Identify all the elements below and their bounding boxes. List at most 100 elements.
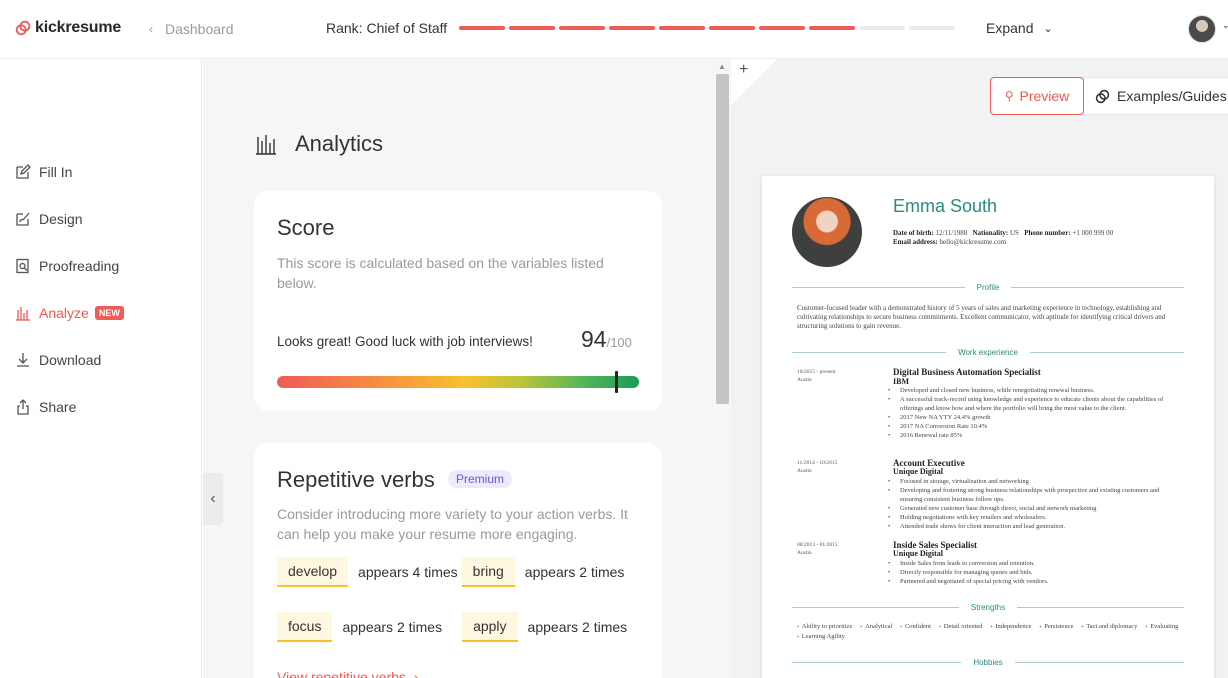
expand-label: Expand bbox=[986, 20, 1034, 36]
analytics-panel: Analytics Score This score is calculated… bbox=[203, 59, 715, 678]
share-icon bbox=[17, 399, 29, 415]
strength-item: Confident bbox=[900, 622, 931, 632]
sidebar-item-fill-in[interactable]: Fill In bbox=[15, 164, 72, 180]
sidebar-item-label: Share bbox=[39, 399, 77, 415]
strengths-list: Ability to prioritize Analytical Confide… bbox=[797, 622, 1187, 642]
list-item: Holding negotiations with key retailers … bbox=[888, 513, 1176, 522]
back-to-dashboard-link[interactable]: ‹ Dashboard bbox=[149, 21, 234, 37]
strength-item: Tact and diplomacy bbox=[1081, 622, 1137, 632]
job-location: Austin bbox=[797, 468, 812, 474]
top-bar: kickresume ‹ Dashboard Rank: Chief of St… bbox=[0, 0, 1228, 59]
job-company: IBM bbox=[893, 377, 909, 386]
list-item: Inside Sales from leads to conversion an… bbox=[888, 559, 1176, 568]
job-date: 10/2015 - present Austin bbox=[797, 368, 836, 384]
verb-chip: focus bbox=[277, 612, 333, 642]
list-item: Attended trade shows for client interact… bbox=[888, 522, 1176, 531]
sidebar-item-label: Fill In bbox=[39, 164, 73, 180]
job-title: Digital Business Automation Specialist bbox=[893, 367, 1041, 377]
expand-dropdown[interactable]: Expand ⌄ bbox=[986, 20, 1053, 36]
repetitive-verbs-title: Repetitive verbs bbox=[277, 467, 435, 492]
repetitive-verbs-card: Repetitive verbs Premium Consider introd… bbox=[254, 443, 662, 678]
document-search-icon bbox=[16, 258, 29, 274]
rank-progress-segment bbox=[859, 26, 905, 30]
page-corner-fold bbox=[731, 59, 777, 105]
job-location: Austin bbox=[797, 550, 812, 556]
scrollbar-thumb[interactable] bbox=[716, 74, 729, 404]
resume-preview-panel: + ⚲ Preview Examples/Guides Emma South D… bbox=[731, 59, 1228, 678]
list-item: Focused in storage, virtualization and n… bbox=[888, 477, 1176, 486]
work-section-header: Work experience bbox=[792, 348, 1185, 357]
job-date: 08/2013 - 01/2015 Austin bbox=[797, 541, 838, 557]
sidebar-item-share[interactable]: Share bbox=[15, 399, 76, 415]
verb-row: focus appears 2 times apply appears 2 ti… bbox=[277, 612, 629, 642]
verb-chip: develop bbox=[277, 557, 349, 587]
resume-contact-info: Date of birth: 12/11/1988 Nationality: U… bbox=[893, 229, 1193, 247]
phone-value: +1 000 999 00 bbox=[1072, 229, 1114, 237]
collapse-panel-button[interactable]: ‹ bbox=[203, 473, 223, 525]
job-location: Austin bbox=[797, 377, 812, 383]
list-item: Partnered and negotiated of special pric… bbox=[888, 577, 1176, 586]
rank-progress-segment bbox=[509, 26, 555, 30]
examples-guides-label: Examples/Guides bbox=[1117, 88, 1227, 104]
profile-section-header: Profile bbox=[792, 283, 1184, 292]
verb-count: appears 4 times bbox=[358, 564, 458, 580]
bar-chart-icon bbox=[256, 135, 276, 155]
list-item: Directly responsible for managing quotes… bbox=[888, 568, 1176, 577]
list-item: A successful track-record using knowledg… bbox=[888, 395, 1176, 413]
pencil-square-icon bbox=[16, 164, 31, 179]
score-value: 94/100 bbox=[581, 326, 632, 353]
job-bullets: Developed and closed new business, while… bbox=[888, 386, 1176, 440]
score-marker bbox=[615, 371, 619, 393]
user-avatar[interactable] bbox=[1188, 15, 1216, 43]
profile-photo bbox=[792, 197, 862, 267]
rank-progress-segment bbox=[659, 26, 705, 30]
resume-page[interactable]: Emma South Date of birth: 12/11/1988 Nat… bbox=[762, 176, 1214, 678]
score-card: Score This score is calculated based on … bbox=[254, 191, 662, 411]
rank-label: Rank: Chief of Staff bbox=[326, 20, 448, 36]
sidebar-item-label: Download bbox=[39, 352, 102, 368]
logo-text: kickresume bbox=[35, 19, 122, 36]
job-date-range: 08/2013 - 01/2015 bbox=[797, 542, 838, 548]
strength-item: Detail oriented bbox=[939, 622, 983, 632]
section-label: Profile bbox=[976, 283, 1000, 292]
rank-progress-segment bbox=[559, 26, 605, 30]
add-page-button[interactable]: + bbox=[739, 61, 748, 79]
job-date: 11/2014 - 10/2015 Austin bbox=[797, 459, 837, 475]
score-number: 94 bbox=[581, 326, 607, 352]
sidebar-item-analyze[interactable]: Analyze NEW bbox=[15, 305, 124, 321]
verbs-description: Consider introducing more variety to you… bbox=[277, 506, 628, 542]
verb-count: appears 2 times bbox=[524, 564, 625, 580]
strength-item: Independence bbox=[991, 622, 1031, 632]
strength-item: Persistence bbox=[1039, 622, 1073, 632]
sidebar-item-design[interactable]: Design bbox=[15, 211, 83, 227]
score-gradient-bar bbox=[277, 376, 639, 388]
chevron-down-icon: ⌄ bbox=[1043, 22, 1053, 35]
sidebar-item-download[interactable]: Download bbox=[15, 352, 101, 368]
profile-text: Customer-focused leader with a demonstra… bbox=[797, 304, 1166, 330]
chevron-right-icon: › bbox=[409, 669, 419, 678]
analytics-header: Analytics bbox=[255, 131, 383, 157]
scroll-up-arrow-icon[interactable]: ▲ bbox=[718, 62, 726, 71]
view-link-label: View repetitive verbs bbox=[277, 669, 406, 678]
rank-progress-segment bbox=[709, 26, 755, 30]
list-item: 2016 Renewal rate 85% bbox=[888, 431, 1176, 440]
kickresume-logo[interactable]: kickresume bbox=[14, 19, 121, 37]
rank-progress-segment bbox=[459, 26, 505, 30]
dob-label: Date of birth: bbox=[893, 229, 934, 237]
list-item: 2017 NA Conversion Rate 10.4% bbox=[888, 422, 1176, 431]
view-repetitive-verbs-link[interactable]: View repetitive verbs › bbox=[277, 669, 418, 678]
examples-guides-button[interactable]: Examples/Guides bbox=[1084, 77, 1228, 115]
strength-item: Ability to prioritize bbox=[797, 622, 853, 632]
hobbies-section-header: Hobbies bbox=[792, 658, 1185, 667]
nationality-label: Nationality: bbox=[972, 229, 1009, 237]
sidebar-item-proofreading[interactable]: Proofreading bbox=[15, 258, 119, 274]
preview-button[interactable]: ⚲ Preview bbox=[990, 77, 1084, 115]
new-badge: NEW bbox=[94, 306, 124, 320]
avatar-chevron-icon[interactable]: ⌄ bbox=[1222, 20, 1228, 31]
job-date-range: 11/2014 - 10/2015 bbox=[797, 460, 838, 466]
rank-progress-segment bbox=[759, 26, 805, 30]
job-bullets: Focused in storage, virtualization and n… bbox=[888, 477, 1176, 531]
kickresume-logo-icon bbox=[1095, 89, 1110, 103]
dob-value: 12/11/1988 bbox=[935, 229, 968, 237]
verb-chip: bring bbox=[461, 557, 515, 587]
